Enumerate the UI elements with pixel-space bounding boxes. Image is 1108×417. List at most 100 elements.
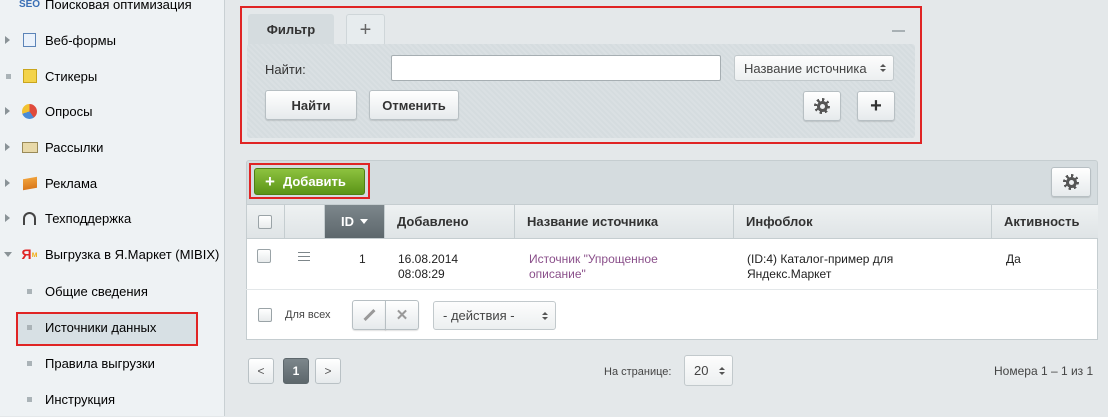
row-checkbox[interactable] xyxy=(257,249,271,263)
per-page-select[interactable]: 20 xyxy=(684,355,733,386)
sidebar-item-ads[interactable]: Реклама xyxy=(0,165,224,201)
column-header-iblock[interactable]: Инфоблок xyxy=(734,205,992,239)
sidebar-item-support[interactable]: Техподдержка xyxy=(0,200,224,236)
row-added-time: 08:08:29 xyxy=(398,267,445,281)
expand-arrow-icon[interactable] xyxy=(5,107,10,115)
for-all-label: Для всех xyxy=(285,309,331,321)
row-iblock: Яндекс.Маркет xyxy=(747,267,832,281)
header-checkbox-cell xyxy=(247,205,285,239)
column-header-label: Инфоблок xyxy=(746,214,813,229)
chevron-left-icon: < xyxy=(257,364,265,378)
column-header-added[interactable]: Добавлено xyxy=(385,205,515,239)
sidebar-subitem-label: Инструкция xyxy=(45,391,115,407)
expand-arrow-icon[interactable] xyxy=(5,214,10,222)
filter-field-select[interactable]: Название источника xyxy=(734,55,894,81)
prev-page-button[interactable]: < xyxy=(248,358,274,384)
sidebar-item-webforms[interactable]: Веб-формы xyxy=(0,22,224,58)
header-actions-cell xyxy=(285,205,325,239)
column-header-label: ID xyxy=(341,214,354,229)
gear-icon xyxy=(1063,174,1079,190)
find-label: Найти: xyxy=(265,62,306,77)
sidebar-subitem-instructions[interactable]: Инструкция xyxy=(0,381,224,417)
collapse-filter-icon[interactable] xyxy=(892,30,905,32)
expand-arrow-icon[interactable] xyxy=(5,36,10,44)
sidebar-item-seo[interactable]: SEO Поисковая оптимизация xyxy=(0,0,224,22)
find-button[interactable]: Найти xyxy=(265,90,357,120)
sidebar-item-mailings[interactable]: Рассылки xyxy=(0,129,224,165)
cancel-button-label: Отменить xyxy=(382,97,446,113)
sidebar-item-yandex-market[interactable]: Ям Выгрузка в Я.Маркет (MIBIX) xyxy=(0,236,224,272)
expand-arrow-icon[interactable] xyxy=(5,143,10,151)
filter-add-button[interactable]: + xyxy=(857,91,895,121)
row-source-link[interactable]: описание" xyxy=(529,267,586,282)
sidebar-item-label: Поисковая оптимизация xyxy=(45,0,192,12)
column-header-label: Активность xyxy=(1004,214,1080,229)
sidebar: SEO Поисковая оптимизация Веб-формы Стик… xyxy=(0,0,225,416)
yandex-market-icon: Ям xyxy=(21,246,38,262)
next-page-button[interactable]: > xyxy=(315,358,341,384)
sidebar-item-label: Опросы xyxy=(45,103,93,119)
row-active: Да xyxy=(1006,252,1021,266)
sort-desc-icon xyxy=(360,219,368,224)
sidebar-item-label: Стикеры xyxy=(45,68,98,84)
mail-icon xyxy=(21,139,38,156)
gear-icon xyxy=(814,98,830,114)
column-header-source-name[interactable]: Название источника xyxy=(515,205,734,239)
cancel-button[interactable]: Отменить xyxy=(369,90,459,120)
filter-field-select-value: Название источника xyxy=(744,60,867,76)
tab-filter-label: Фильтр xyxy=(266,22,316,37)
close-icon: ✕ xyxy=(395,307,409,324)
sticker-icon xyxy=(21,68,38,85)
sidebar-subitem-data-sources[interactable]: Источники данных xyxy=(0,309,224,345)
delete-selected-button[interactable]: ✕ xyxy=(385,300,419,330)
page-1-button[interactable]: 1 xyxy=(283,358,309,384)
row-source-link[interactable]: Источник "Упрощенное xyxy=(529,252,658,267)
add-button[interactable]: + Добавить xyxy=(254,168,365,195)
sidebar-item-label: Техподдержка xyxy=(45,210,132,226)
flag-icon xyxy=(21,175,38,192)
bullet-icon xyxy=(27,324,32,330)
select-all-bottom-checkbox[interactable] xyxy=(258,308,272,322)
tab-filter[interactable]: Фильтр xyxy=(248,14,334,45)
column-header-id[interactable]: ID xyxy=(325,205,385,239)
row-menu-icon[interactable] xyxy=(298,252,310,261)
webform-icon xyxy=(21,32,38,49)
plus-icon: + xyxy=(359,18,372,41)
sidebar-subitem-export-rules[interactable]: Правила выгрузки xyxy=(0,345,224,381)
plus-icon: + xyxy=(265,171,275,191)
sidebar-item-label: Выгрузка в Я.Маркет (MIBIX) xyxy=(45,246,220,262)
sidebar-item-label: Реклама xyxy=(45,175,98,191)
sidebar-subitem-overview[interactable]: Общие сведения xyxy=(0,273,224,309)
sidebar-item-label: Рассылки xyxy=(45,139,104,155)
filter-settings-button[interactable] xyxy=(803,91,841,121)
actions-select[interactable]: - действия - xyxy=(433,301,556,330)
bullet-icon xyxy=(27,396,32,402)
sidebar-item-stickers[interactable]: Стикеры xyxy=(0,58,224,94)
edit-selected-button[interactable] xyxy=(352,300,386,330)
select-arrows-icon xyxy=(719,366,725,375)
plus-icon: + xyxy=(870,94,882,117)
column-header-active[interactable]: Активность xyxy=(992,205,1098,239)
column-header-label: Название источника xyxy=(527,214,659,229)
add-filter-tab-button[interactable]: + xyxy=(346,14,385,45)
bullet-icon xyxy=(6,73,11,79)
add-button-label: Добавить xyxy=(282,174,346,189)
sidebar-subitem-label: Источники данных xyxy=(45,319,157,335)
bullet-icon xyxy=(27,360,32,366)
select-arrows-icon xyxy=(542,311,548,320)
poll-icon xyxy=(21,103,38,120)
sidebar-item-label: Веб-формы xyxy=(45,32,116,48)
row-iblock: (ID:4) Каталог-пример для xyxy=(747,252,894,266)
list-settings-button[interactable] xyxy=(1051,167,1091,197)
per-page-label: На странице: xyxy=(604,366,672,378)
collapse-arrow-icon[interactable] xyxy=(4,251,12,257)
sidebar-subitem-label: Общие сведения xyxy=(45,283,148,299)
page-number: 1 xyxy=(292,364,300,378)
search-input[interactable] xyxy=(391,55,721,81)
select-all-checkbox[interactable] xyxy=(258,215,272,229)
expand-arrow-icon[interactable] xyxy=(5,179,10,187)
chevron-right-icon: > xyxy=(324,364,332,378)
sidebar-item-polls[interactable]: Опросы xyxy=(0,93,224,129)
bullet-icon xyxy=(27,288,32,294)
row-divider xyxy=(246,289,1098,290)
